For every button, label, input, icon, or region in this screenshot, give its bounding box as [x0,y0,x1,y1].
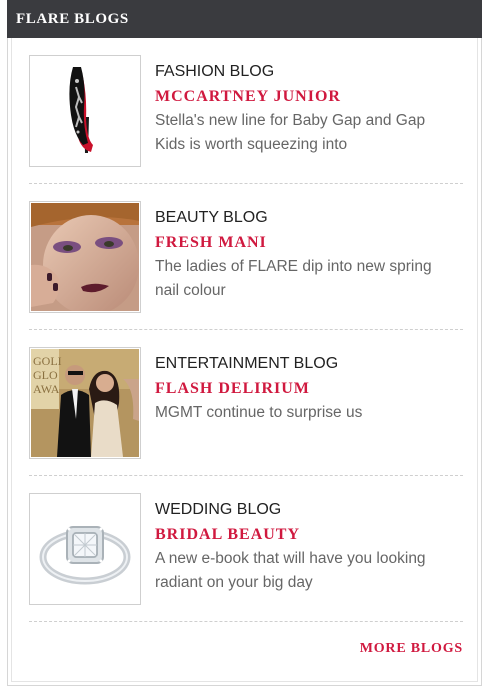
entry-title-link[interactable]: FLASH DELIRIUM [155,379,455,399]
entry-text: BEAUTY BLOG FRESH MANI The ladies of FLA… [155,208,455,303]
blog-entry-wedding: WEDDING BLOG BRIDAL BEAUTY A new e-book … [29,476,463,622]
blog-entry-fashion: FASHION BLOG MCCARTNEY JUNIOR Stella's n… [29,38,463,184]
high-heel-shoe-image [31,57,139,165]
high-heel-shoe-thumbnail[interactable] [29,55,141,167]
widget-title: FLARE BLOGS [16,11,129,27]
entry-description: MGMT continue to surprise us [155,404,363,421]
blog-list: FASHION BLOG MCCARTNEY JUNIOR Stella's n… [7,38,482,686]
entry-title-link[interactable]: FRESH MANI [155,233,455,253]
beauty-model-image [31,203,139,311]
entry-text: ENTERTAINMENT BLOG FLASH DELIRIUM MGMT c… [155,354,455,425]
entry-description: A new e-book that will have you looking … [155,550,426,591]
diamond-ring-thumbnail[interactable] [29,493,141,605]
svg-text:AWA: AWA [33,382,60,396]
entry-category: WEDDING BLOG [155,501,282,518]
celebrity-couple-image: GOLI GLO AWA [31,349,139,457]
entry-title-link[interactable]: BRIDAL BEAUTY [155,525,455,545]
entry-description: The ladies of FLARE dip into new spring … [155,258,432,299]
widget-header: FLARE BLOGS [7,0,482,38]
entry-title-link[interactable]: MCCARTNEY JUNIOR [155,87,455,107]
more-blogs-link[interactable]: MORE BLOGS [360,641,463,657]
celebrity-couple-thumbnail[interactable]: GOLI GLO AWA [29,347,141,459]
entry-description: Stella's new line for Baby Gap and Gap K… [155,112,426,153]
svg-text:GOLI: GOLI [33,354,62,368]
svg-text:GLO: GLO [33,368,58,382]
flare-blogs-widget: FLARE BLOGS FASHION BLOG MCCARTNEY JUNIO… [7,0,482,686]
entry-category: FASHION BLOG [155,63,275,80]
diamond-ring-image [31,495,139,603]
entry-category: ENTERTAINMENT BLOG [155,355,339,372]
entry-category: BEAUTY BLOG [155,209,268,226]
blog-entry-entertainment: GOLI GLO AWA ENTERTAINMENT BLOG FLASH DE… [29,330,463,476]
entry-text: FASHION BLOG MCCARTNEY JUNIOR Stella's n… [155,62,455,157]
entry-divider [29,621,463,622]
beauty-model-thumbnail[interactable] [29,201,141,313]
blog-entry-beauty: BEAUTY BLOG FRESH MANI The ladies of FLA… [29,184,463,330]
entry-text: WEDDING BLOG BRIDAL BEAUTY A new e-book … [155,500,455,595]
